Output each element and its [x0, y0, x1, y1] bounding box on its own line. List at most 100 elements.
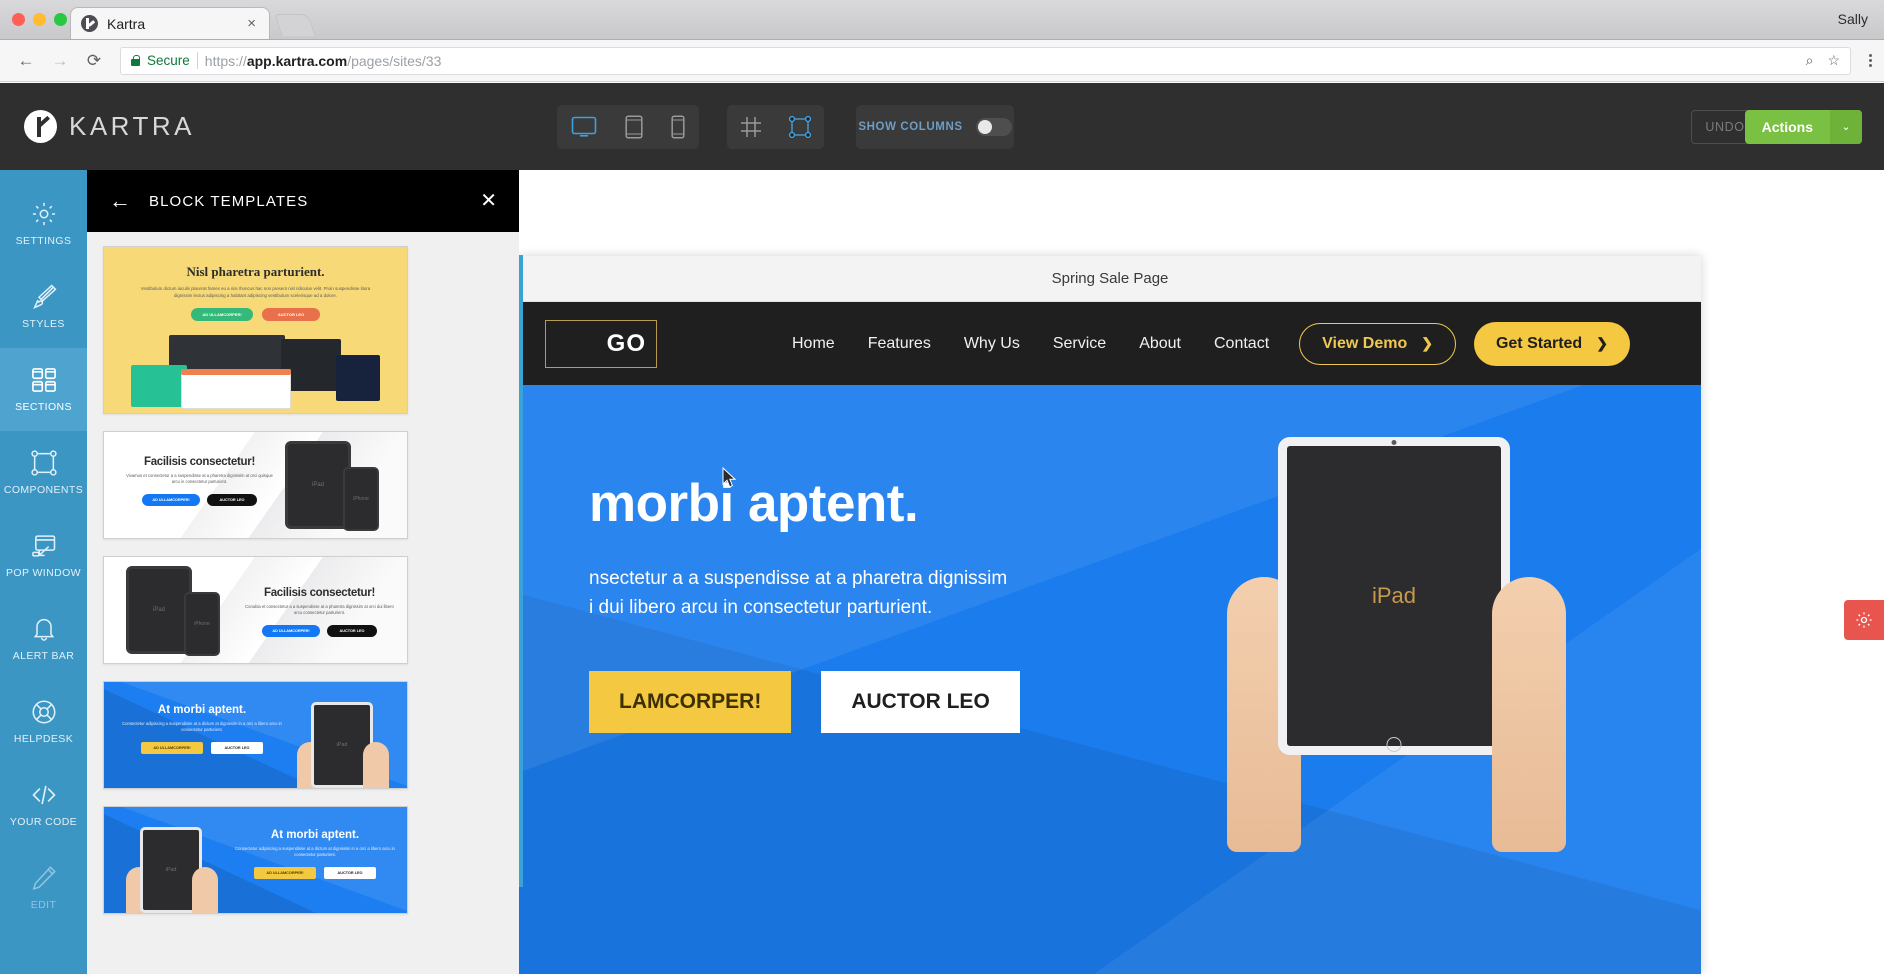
site-logo-text: GO: [606, 329, 646, 357]
components-icon: [30, 450, 57, 476]
minimize-window-button[interactable]: [33, 13, 46, 26]
template-button-secondary: AUCTOR LEO: [211, 741, 263, 754]
template-thumbnail[interactable]: Facilisis consectetur! Vivamus et consec…: [103, 431, 408, 539]
template-button-primary: AD ULLAMCORPER!: [191, 308, 253, 322]
kartra-favicon-icon: [81, 15, 98, 32]
back-icon[interactable]: ←: [12, 47, 40, 75]
template-thumbnail[interactable]: iPad iPhone Facilisis consectetur! Conub…: [103, 556, 408, 664]
template-button-primary: AD ULLAMCORPER!: [141, 741, 203, 754]
browser-profile-name[interactable]: Sally: [1838, 11, 1868, 27]
view-demo-label: View Demo: [1322, 334, 1408, 352]
template-button-secondary: AUCTOR LEO: [262, 308, 320, 322]
zoom-icon[interactable]: ⌕: [1806, 52, 1814, 69]
close-window-button[interactable]: [12, 13, 25, 26]
block-templates-panel: ← BLOCK TEMPLATES ✕ Nisl pharetra partur…: [87, 170, 519, 974]
template-title: Facilisis consectetur!: [263, 587, 375, 599]
pencil-icon: [32, 866, 56, 890]
sidebar-item-styles[interactable]: STYLES: [0, 265, 87, 348]
nav-link-contact[interactable]: Contact: [1214, 335, 1269, 353]
nav-link-service[interactable]: Service: [1053, 335, 1106, 353]
sidebar-item-alert-bar[interactable]: ALERT BAR: [0, 597, 87, 680]
sidebar-item-sections[interactable]: SECTIONS: [0, 348, 87, 431]
template-text-block: At morbi aptent. Consectetur adipiscing …: [231, 829, 399, 879]
show-columns-group[interactable]: SHOW COLUMNS: [856, 104, 1014, 149]
hero-device-mockup: iPad: [1215, 437, 1615, 857]
browser-menu-icon[interactable]: [1869, 54, 1872, 67]
site-logo[interactable]: GO: [545, 319, 657, 368]
nav-link-why-us[interactable]: Why Us: [964, 335, 1020, 353]
mobile-icon[interactable]: [671, 114, 685, 139]
sidebar-item-components[interactable]: COMPONENTS: [0, 431, 87, 514]
new-tab-button[interactable]: [274, 14, 316, 36]
template-thumbnail[interactable]: At morbi aptent. Consectetur adipiscing …: [103, 681, 408, 789]
section-settings-tab[interactable]: [1844, 600, 1884, 640]
back-arrow-icon[interactable]: ←: [109, 190, 131, 212]
template-preview-white-left: iPad iPhone Facilisis consectetur! Conub…: [104, 557, 407, 663]
show-columns-toggle[interactable]: [975, 117, 1012, 136]
url-path: /pages/sites/33: [347, 52, 442, 69]
chevron-right-icon: ❯: [1596, 335, 1608, 351]
close-tab-icon[interactable]: ×: [244, 16, 259, 31]
chevron-down-icon[interactable]: ⌄: [1830, 109, 1862, 144]
url-domain: app.kartra.com: [246, 52, 348, 69]
omnibox-icons: ⌕ ☆: [1806, 52, 1840, 69]
get-started-button[interactable]: Get Started ❯: [1473, 321, 1630, 366]
bookmark-star-icon[interactable]: ☆: [1827, 52, 1840, 69]
template-device-pair: iPad iPhone: [126, 566, 234, 656]
sidebar-label-styles: STYLES: [22, 318, 65, 330]
iphone-mockup: iPhone: [343, 467, 379, 531]
sidebar-label-helpdesk: HELPDESK: [13, 733, 74, 745]
desktop-icon[interactable]: [571, 116, 597, 138]
tablet-icon[interactable]: [625, 114, 643, 139]
secure-label: Secure: [147, 53, 190, 68]
actions-button-label: Actions: [1761, 118, 1813, 135]
page-title-bar: Spring Sale Page: [519, 256, 1701, 302]
panel-resize-handle[interactable]: [519, 255, 523, 887]
sidebar-label-alert-bar: ALERT BAR: [12, 650, 75, 662]
sidebar-item-helpdesk[interactable]: HELPDESK: [0, 680, 87, 763]
kartra-logo-icon: [24, 110, 57, 143]
sidebar-item-edit[interactable]: EDIT: [0, 846, 87, 929]
sidebar-item-pop-window[interactable]: POP WINDOW: [0, 514, 87, 597]
close-icon[interactable]: ✕: [480, 191, 497, 211]
window-traffic-lights[interactable]: [12, 13, 67, 26]
kartra-logo-text: KARTRA: [69, 111, 195, 141]
gear-icon: [32, 202, 55, 226]
url-text: https://app.kartra.com/pages/sites/33: [205, 53, 442, 69]
template-subtitle: Conubia et consectetur a a suspendisse a…: [245, 604, 394, 616]
show-columns-label: SHOW COLUMNS: [858, 120, 963, 133]
right-hand-illustration: [363, 742, 389, 788]
template-title: Nisl pharetra parturient.: [186, 264, 325, 279]
mouse-cursor: [722, 466, 737, 494]
reload-icon[interactable]: ⟳: [80, 47, 108, 75]
frame-icon[interactable]: [788, 115, 812, 139]
sidebar-label-sections: SECTIONS: [15, 401, 72, 413]
browser-tab[interactable]: Kartra ×: [70, 7, 270, 39]
template-thumbnail[interactable]: iPad At morbi aptent. Consectetur adipis…: [103, 806, 408, 914]
right-hand-illustration: [192, 867, 218, 913]
hero-primary-button[interactable]: LAMCORPER!: [589, 670, 792, 733]
nav-link-features[interactable]: Features: [868, 335, 931, 353]
view-demo-button[interactable]: View Demo ❯: [1299, 322, 1456, 365]
browser-toolbar: ← → ⟳ Secure https://app.kartra.com/page…: [0, 40, 1884, 82]
grid-icon[interactable]: [739, 115, 763, 139]
site-nav-links: Home Features Why Us Service About Conta…: [792, 335, 1269, 353]
hero-section[interactable]: morbi aptent. nsectetur a a suspendisse …: [519, 385, 1701, 974]
kartra-app: KARTRA SHOW COLUMNS UNDO Actions ⌄ SETTI…: [0, 83, 1884, 974]
nav-link-home[interactable]: Home: [792, 335, 835, 353]
device-preview-group: [557, 104, 699, 149]
template-preview-blue: At morbi aptent. Consectetur adipiscing …: [104, 682, 407, 788]
actions-button[interactable]: Actions ⌄: [1744, 109, 1862, 144]
maximize-window-button[interactable]: [54, 13, 67, 26]
template-thumbnail[interactable]: Nisl pharetra parturient. Vestibulum dic…: [103, 246, 408, 414]
kartra-logo[interactable]: KARTRA: [24, 110, 195, 143]
sidebar-label-edit: EDIT: [30, 899, 57, 911]
popwindow-icon: [31, 535, 55, 557]
sidebar-item-your-code[interactable]: YOUR CODE: [0, 763, 87, 846]
sidebar-item-settings[interactable]: SETTINGS: [0, 182, 87, 265]
nav-link-about[interactable]: About: [1139, 335, 1181, 353]
address-bar[interactable]: Secure https://app.kartra.com/pages/site…: [120, 46, 1851, 75]
canvas-tools-group: [727, 104, 824, 149]
hero-secondary-button[interactable]: AUCTOR LEO: [821, 670, 1020, 733]
get-started-label: Get Started: [1495, 334, 1583, 352]
